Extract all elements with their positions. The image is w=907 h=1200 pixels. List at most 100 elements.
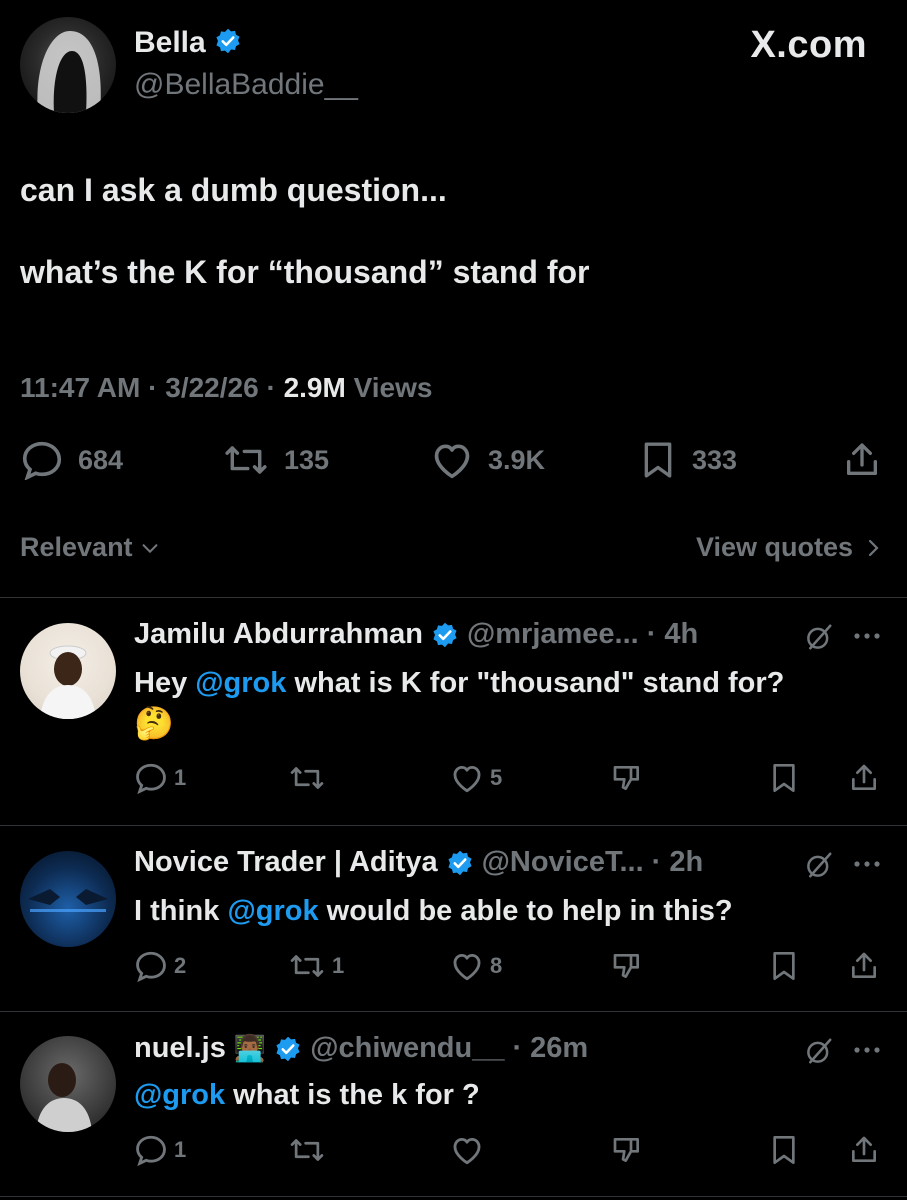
- tweet-text-line2: what’s the K for “thousand” stand for: [20, 253, 590, 290]
- grok-icon[interactable]: [804, 622, 834, 652]
- author-name[interactable]: Bella: [134, 26, 206, 59]
- bookmark-button[interactable]: [768, 762, 800, 794]
- divider: [0, 1011, 907, 1012]
- repost-icon: [288, 1134, 326, 1166]
- bookmark-count: 333: [692, 444, 738, 475]
- verified-badge-icon: [431, 621, 459, 649]
- repost-button[interactable]: [288, 762, 332, 794]
- dislike-button[interactable]: [610, 762, 644, 794]
- like-button[interactable]: 3.9K: [430, 440, 545, 480]
- like-button[interactable]: 8: [450, 950, 502, 982]
- like-count: 5: [490, 765, 503, 790]
- bookmark-button[interactable]: [768, 950, 800, 982]
- reply-text-before: Hey: [134, 667, 196, 699]
- more-options-icon[interactable]: [852, 1042, 882, 1058]
- repost-button[interactable]: 1: [288, 950, 344, 982]
- reply-text: Hey @grok what is K for "thousand" stand…: [134, 664, 894, 745]
- share-button[interactable]: [848, 762, 880, 794]
- avatar-image: [37, 31, 101, 113]
- reply-text: I think @grok would be able to help in t…: [134, 892, 894, 931]
- bookmark-icon: [638, 440, 678, 480]
- dot-separator: ·: [651, 846, 662, 878]
- reply-author-name[interactable]: Novice Trader | Aditya: [134, 846, 438, 879]
- reply-age[interactable]: 2h: [669, 846, 703, 879]
- reply-icon: [20, 440, 64, 480]
- repost-count: 1: [332, 953, 345, 978]
- reply-author-handle[interactable]: @chiwendu__: [310, 1032, 504, 1065]
- reply-age[interactable]: 26m: [530, 1032, 588, 1065]
- tweet-date[interactable]: 3/22/26: [165, 372, 258, 403]
- view-quotes-link[interactable]: View quotes: [696, 532, 881, 563]
- reply-author-handle[interactable]: @NoviceT...: [482, 846, 644, 879]
- sort-label: Relevant: [20, 532, 133, 562]
- repost-button[interactable]: [288, 1134, 332, 1166]
- grok-icon[interactable]: [804, 1036, 834, 1066]
- reply-avatar[interactable]: [20, 1036, 116, 1132]
- author-handle[interactable]: @BellaBaddie__: [134, 68, 358, 102]
- reply-icon: [134, 762, 168, 794]
- like-button[interactable]: 5: [450, 762, 502, 794]
- reply-button[interactable]: 1: [134, 1134, 186, 1166]
- repost-icon: [288, 762, 326, 794]
- dislike-button[interactable]: [610, 1134, 644, 1166]
- reply-button[interactable]: 684: [20, 440, 123, 480]
- avatar-image: [40, 645, 96, 719]
- dot-separator: ·: [646, 618, 657, 650]
- reply-author-name[interactable]: Jamilu Abdurrahman: [134, 618, 423, 651]
- reply-age[interactable]: 4h: [664, 618, 698, 651]
- share-icon: [848, 762, 880, 794]
- dot-separator: ·: [512, 1032, 523, 1064]
- chevron-right-icon: [865, 536, 881, 560]
- bookmark-button[interactable]: 333: [638, 440, 737, 480]
- avatar-image: [36, 1063, 92, 1132]
- repost-button[interactable]: 135: [222, 440, 329, 480]
- author-avatar[interactable]: [20, 17, 116, 113]
- reply-header: nuel.js 👨🏾‍💻 @chiwendu__ · 26m: [134, 1032, 588, 1065]
- reply-header: Novice Trader | Aditya @NoviceT... · 2h: [134, 846, 703, 879]
- share-icon: [848, 1134, 880, 1166]
- reply-text: @grok what is the k for ?: [134, 1076, 894, 1115]
- reply-count: 2: [174, 953, 187, 978]
- divider: [0, 1196, 907, 1197]
- share-button[interactable]: [848, 1134, 880, 1166]
- heart-icon: [430, 440, 474, 480]
- bookmark-icon: [768, 950, 800, 982]
- sort-dropdown[interactable]: Relevant: [20, 532, 161, 563]
- reply-count: 684: [78, 444, 124, 475]
- like-button[interactable]: [450, 1134, 490, 1166]
- reply-header: Jamilu Abdurrahman @mrjamee... · 4h: [134, 618, 698, 651]
- reply-button[interactable]: 1: [134, 762, 186, 794]
- views-count: 2.9M: [283, 372, 346, 403]
- reply-count: 1: [174, 1137, 187, 1162]
- meta-separator: ·: [266, 372, 284, 403]
- heart-icon: [450, 1134, 484, 1166]
- views-label: Views: [353, 372, 433, 403]
- tweet-time[interactable]: 11:47 AM: [20, 372, 140, 403]
- reply-text-after: what is the k for ?: [225, 1079, 480, 1111]
- chevron-down-icon: [139, 537, 161, 559]
- more-options-icon[interactable]: [852, 628, 882, 644]
- reply-text-after: what is K for "thousand" stand for?: [286, 667, 785, 699]
- mention-link[interactable]: @grok: [134, 1079, 225, 1111]
- repost-icon: [288, 950, 326, 982]
- mention-link[interactable]: @grok: [227, 895, 318, 927]
- mention-link[interactable]: @grok: [195, 667, 286, 699]
- avatar-image: [28, 889, 108, 912]
- reply-button[interactable]: 2: [134, 950, 186, 982]
- divider: [0, 597, 907, 598]
- share-button[interactable]: [842, 440, 882, 480]
- share-button[interactable]: [848, 950, 880, 982]
- dislike-button[interactable]: [610, 950, 644, 982]
- more-options-icon[interactable]: [852, 856, 882, 872]
- brand-watermark: X.com: [750, 24, 867, 67]
- reply-avatar[interactable]: [20, 623, 116, 719]
- meta-separator: ·: [148, 372, 166, 403]
- reply-author-handle[interactable]: @mrjamee...: [467, 618, 639, 651]
- grok-icon[interactable]: [804, 850, 834, 880]
- repost-count: 135: [284, 444, 330, 475]
- reply-avatar[interactable]: [20, 851, 116, 947]
- divider: [0, 825, 907, 826]
- bookmark-button[interactable]: [768, 1134, 800, 1166]
- reply-text-before: I think: [134, 895, 228, 927]
- reply-author-name[interactable]: nuel.js: [134, 1032, 226, 1065]
